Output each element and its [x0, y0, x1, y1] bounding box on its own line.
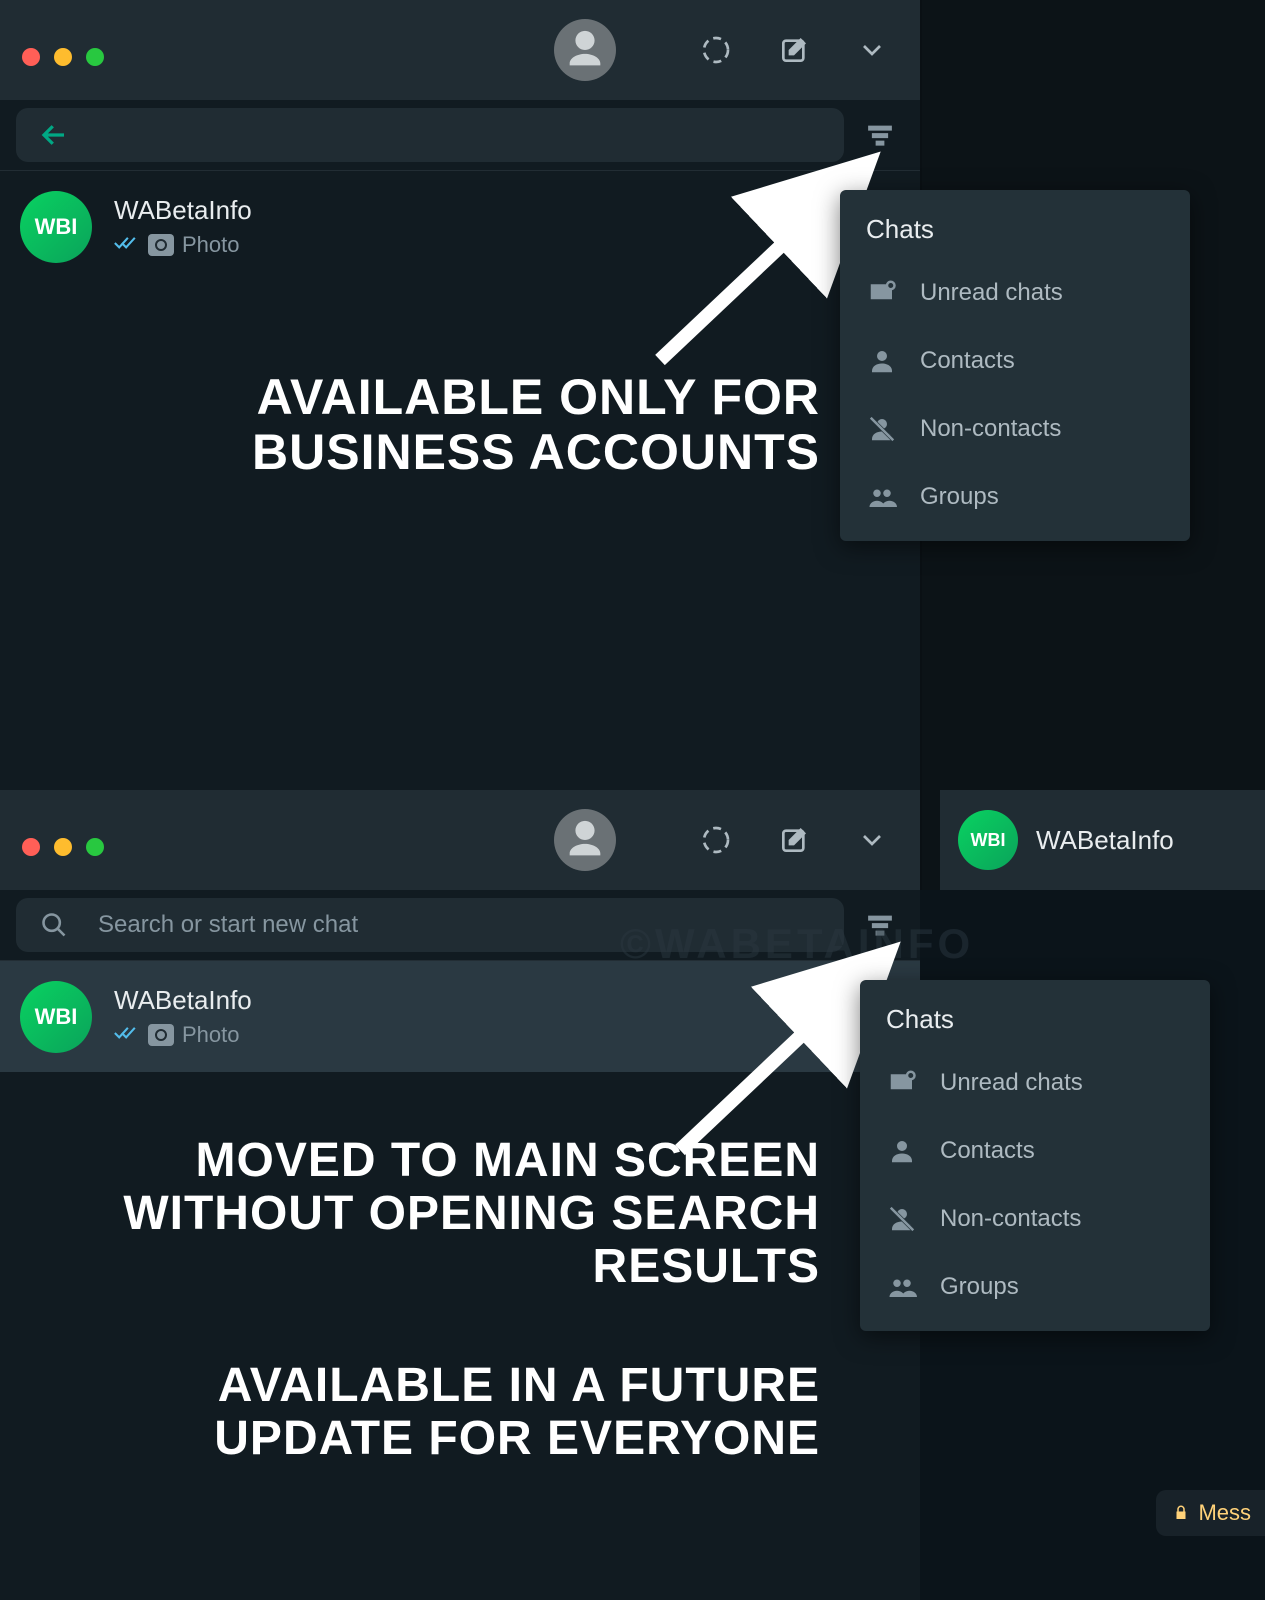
new-chat-icon[interactable] — [776, 32, 812, 68]
status-icon[interactable] — [698, 32, 734, 68]
filter-unread[interactable]: Unread chats — [840, 259, 1190, 327]
close-icon[interactable] — [22, 48, 40, 66]
menu-chevron-icon[interactable] — [854, 32, 890, 68]
unread-icon — [886, 1067, 918, 1099]
contact-avatar: WBI — [958, 810, 1018, 870]
filter-menu-title: Chats — [840, 204, 1190, 259]
sidebar-header — [0, 0, 920, 100]
menu-chevron-icon[interactable] — [854, 822, 890, 858]
filter-menu-title: Chats — [860, 994, 1210, 1049]
maximize-icon[interactable] — [86, 48, 104, 66]
camera-icon — [148, 234, 174, 256]
read-ticks-icon — [114, 232, 140, 258]
search-row — [0, 100, 920, 170]
window-controls[interactable] — [22, 838, 104, 856]
message-preview: Photo — [182, 232, 240, 258]
sidebar-header — [0, 790, 920, 890]
search-icon — [38, 909, 70, 941]
encryption-pill: Mess — [1156, 1490, 1265, 1536]
filter-icon[interactable] — [856, 111, 904, 159]
person-icon — [886, 1135, 918, 1167]
filter-noncontacts[interactable]: Non-contacts — [860, 1185, 1210, 1253]
camera-icon — [148, 1024, 174, 1046]
conversation-header[interactable]: WBI WABetaInfo — [940, 790, 1265, 890]
search-input[interactable] — [16, 108, 844, 162]
filter-unread[interactable]: Unread chats — [860, 1049, 1210, 1117]
read-ticks-icon — [114, 1022, 140, 1048]
annotation-arrow — [640, 170, 870, 385]
message-preview: Photo — [182, 1022, 240, 1048]
person-icon — [866, 345, 898, 377]
window-controls[interactable] — [22, 48, 104, 66]
group-icon — [886, 1271, 918, 1303]
search-placeholder: Search or start new chat — [98, 911, 358, 939]
filter-contacts[interactable]: Contacts — [860, 1117, 1210, 1185]
maximize-icon[interactable] — [86, 838, 104, 856]
annotation-caption: AVAILABLE IN A FUTURE UPDATE FOR EVERYON… — [50, 1360, 820, 1466]
unread-icon — [866, 277, 898, 309]
filter-menu: Chats Unread chats Contacts Non-contacts… — [840, 190, 1190, 541]
annotation-caption: AVAILABLE ONLY FOR BUSINESS ACCOUNTS — [100, 370, 820, 480]
group-icon — [866, 481, 898, 513]
filter-groups[interactable]: Groups — [860, 1253, 1210, 1321]
close-icon[interactable] — [22, 838, 40, 856]
profile-avatar[interactable] — [554, 809, 616, 871]
lock-icon — [1172, 1504, 1190, 1522]
person-off-icon — [886, 1203, 918, 1235]
filter-groups[interactable]: Groups — [840, 463, 1190, 531]
contact-avatar: WBI — [20, 981, 92, 1053]
contact-name: WABetaInfo — [1036, 825, 1174, 856]
minimize-icon[interactable] — [54, 838, 72, 856]
filter-contacts[interactable]: Contacts — [840, 327, 1190, 395]
new-chat-icon[interactable] — [776, 822, 812, 858]
contact-avatar: WBI — [20, 191, 92, 263]
filter-noncontacts[interactable]: Non-contacts — [840, 395, 1190, 463]
back-arrow-icon[interactable] — [38, 119, 70, 151]
profile-avatar[interactable] — [554, 19, 616, 81]
status-icon[interactable] — [698, 822, 734, 858]
annotation-arrow — [660, 960, 890, 1175]
minimize-icon[interactable] — [54, 48, 72, 66]
person-off-icon — [866, 413, 898, 445]
filter-menu: Chats Unread chats Contacts Non-contacts… — [860, 980, 1210, 1331]
